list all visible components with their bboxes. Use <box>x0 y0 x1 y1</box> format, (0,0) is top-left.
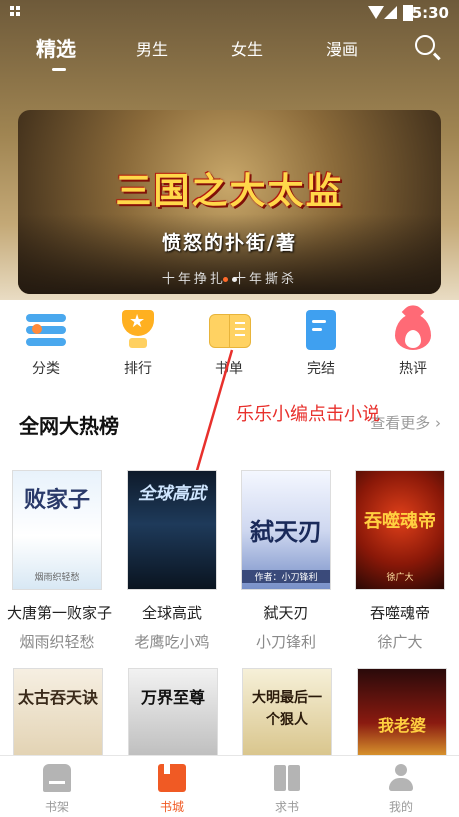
bottom-tab-me[interactable]: 我的 <box>361 764 441 815</box>
book-cover[interactable]: 万界至尊 <box>128 668 218 760</box>
cover-title: 弑天刃 <box>250 517 322 546</box>
book-card[interactable]: 全球高武 全球高武 老鹰吃小鸡 <box>122 470 222 652</box>
book-title: 大唐第一败家子 <box>7 604 113 622</box>
book-title: 吞噬魂帝 <box>369 604 430 622</box>
cover-title: 太古吞天诀 <box>18 688 99 707</box>
user-icon <box>387 764 415 792</box>
cover-title: 吞噬魂帝 <box>364 511 436 532</box>
book-title: 弑天刃 <box>263 604 309 622</box>
bottom-tab-label: 书架 <box>44 800 69 814</box>
cover-subtitle: 作者：小刀锋利 <box>242 570 330 583</box>
bookshelf-icon <box>43 764 71 792</box>
book-card[interactable]: 败家子 烟雨织轻愁 大唐第一败家子 烟雨织轻愁 <box>7 470 113 652</box>
bottom-tab-label: 书城 <box>159 800 184 814</box>
book-cover[interactable]: 太古吞天诀 <box>13 668 103 760</box>
book-author: 小刀锋利 <box>255 633 316 651</box>
book-author: 徐广大 <box>377 633 423 651</box>
book-author: 烟雨织轻愁 <box>19 633 95 651</box>
cover-title: 全球高武 <box>138 484 206 504</box>
book-card[interactable]: 吞噬魂帝 徐广大 吞噬魂帝 徐广大 <box>350 470 450 652</box>
book-cover: 败家子 烟雨织轻愁 <box>12 470 102 590</box>
book-cover: 吞噬魂帝 徐广大 <box>355 470 445 590</box>
cover-subtitle: 烟雨织轻愁 <box>34 573 80 583</box>
cover-title: 我老婆 <box>377 716 426 735</box>
bottom-tab-request-book[interactable]: 求书 <box>247 764 327 815</box>
book-cover[interactable]: 大明最后一个狠人 <box>242 668 332 760</box>
cover-title: 万界至尊 <box>140 688 205 707</box>
cover-title: 败家子 <box>23 487 90 513</box>
bottom-tab-bookshelf[interactable]: 书架 <box>17 764 97 815</box>
book-cover: 弑天刃 作者：小刀锋利 <box>241 470 331 590</box>
book-cover[interactable]: 我老婆 <box>357 668 447 760</box>
cover-subtitle: 徐广大 <box>386 573 414 583</box>
open-book-icon <box>273 764 301 792</box>
book-cover: 全球高武 <box>127 470 217 590</box>
book-card[interactable]: 弑天刃 作者：小刀锋利 弑天刃 小刀锋利 <box>236 470 336 652</box>
bottom-tab-bookstore[interactable]: 书城 <box>132 764 212 815</box>
bottom-tab-label: 求书 <box>274 800 299 814</box>
bottom-tab-bar: 书架 书城 求书 我的 <box>0 755 459 817</box>
bottom-tab-label: 我的 <box>388 800 413 814</box>
bookstore-icon <box>158 764 186 792</box>
book-author: 老鹰吃小鸡 <box>134 633 210 651</box>
book-title: 全球高武 <box>141 604 202 622</box>
cover-title: 大明最后一个狠人 <box>252 690 322 728</box>
